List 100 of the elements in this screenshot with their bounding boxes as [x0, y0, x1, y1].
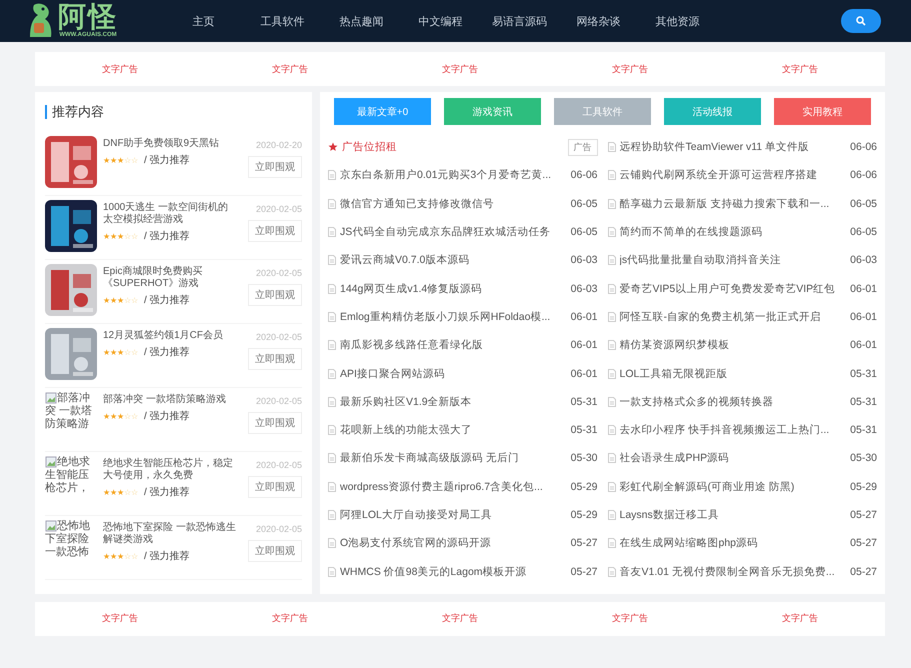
article-link[interactable]: 京东白条新用户0.01元购买3个月爱奇艺黄... — [340, 168, 567, 182]
recommend-tag: / 强力推荐 — [144, 153, 190, 167]
document-icon — [608, 227, 616, 238]
nav-link[interactable]: 主页 — [164, 14, 243, 28]
article-link[interactable]: 花呗新上线的功能太强大了 — [340, 423, 567, 438]
recommend-tag: / 强力推荐 — [144, 229, 190, 243]
article-link[interactable]: 最新伯乐发卡商城高级版源码 无后门 — [340, 451, 567, 466]
item-title[interactable]: DNF助手免费领取9天黑钻 — [103, 138, 238, 150]
article-date: 06-01 — [850, 339, 877, 352]
article-link[interactable]: O泡易支付系统官网的源码开源 — [340, 536, 567, 550]
article-link[interactable]: 酷享磁力云最新版 支持磁力搜索下载和一... — [620, 196, 846, 211]
nav-link[interactable]: 其他资源 — [638, 14, 717, 28]
recommend-tag: / 强力推荐 — [144, 549, 190, 563]
article-link[interactable]: 精仿某资源网织梦模板 — [620, 338, 846, 352]
article-date: 05-31 — [570, 396, 598, 408]
document-icon — [608, 425, 616, 436]
ad-badge: 广告 — [568, 138, 598, 156]
article-date: 05-30 — [850, 452, 877, 464]
text-ad-link[interactable]: 文字广告 — [612, 62, 648, 76]
document-icon — [608, 255, 616, 266]
view-button[interactable]: 立即围观 — [248, 348, 302, 370]
item-title[interactable]: 绝地求生智能压枪芯片，稳定大号使用，永久免费 — [103, 458, 238, 482]
article-link[interactable]: 社会语录生成PHP源码 — [620, 451, 846, 466]
text-ad-link[interactable]: 文字广告 — [442, 612, 478, 626]
item-title[interactable]: 恐怖地下室探险 一款恐怖逃生解谜类游戏 — [103, 522, 238, 546]
document-icon — [608, 368, 616, 379]
article-link[interactable]: WHMCS 价值98美元的Lagom模板开源 — [340, 564, 567, 579]
star-rating: ★★★☆☆ — [103, 296, 138, 304]
article-link[interactable]: 彩虹代刷全解源码(可商业用途 防黑) — [620, 480, 846, 494]
document-icon — [608, 453, 616, 464]
item-date: 2020-02-05 — [256, 332, 302, 342]
item-title[interactable]: 部落冲突 一款塔防策略游戏 — [103, 394, 238, 406]
view-button[interactable]: 立即围观 — [248, 476, 302, 498]
article-date: 06-05 — [850, 198, 877, 210]
document-icon — [328, 284, 336, 294]
document-icon — [608, 566, 616, 577]
article-link[interactable]: 简约而不简单的在线搜题源码 — [620, 225, 846, 240]
article-link[interactable]: 一款支持格式众多的视频转换器 — [620, 394, 846, 409]
text-ad-link[interactable]: 文字广告 — [102, 612, 138, 626]
view-button[interactable]: 立即围观 — [248, 540, 302, 562]
article-link[interactable]: 音友V1.01 无视付费限制全网音乐无损免费... — [620, 564, 846, 579]
text-ad-link[interactable]: 文字广告 — [782, 612, 818, 626]
text-ad-link[interactable]: 文字广告 — [272, 612, 308, 626]
text-ad-link[interactable]: 文字广告 — [272, 62, 308, 76]
view-button[interactable]: 立即围观 — [248, 220, 302, 242]
article-link[interactable]: 南瓜影视多线路任意看绿化版 — [340, 338, 567, 352]
article-link[interactable]: 云铺购代刷网系统全开源可运营程序搭建 — [620, 168, 846, 182]
text-ad-link[interactable]: 文字广告 — [782, 62, 818, 76]
article-link[interactable]: 阿怪互联-自家的免费主机第一批正式开启 — [620, 310, 846, 324]
article-link[interactable]: 远程协助软件TeamViewer v11 单文件版 — [620, 140, 846, 154]
document-icon — [608, 142, 616, 152]
article-date: 06-05 — [570, 198, 598, 210]
article-link[interactable]: JS代码全自动完成京东品牌狂欢城活动任务 — [340, 225, 567, 240]
broken-image-icon — [45, 520, 57, 532]
article-link[interactable]: 微信官方通知已支持修改微信号 — [340, 196, 567, 211]
article-date: 05-29 — [850, 480, 877, 493]
article-link[interactable]: 最新乐购社区V1.9全新版本 — [340, 394, 567, 409]
text-ad-link[interactable]: 文字广告 — [442, 62, 478, 76]
view-button[interactable]: 立即围观 — [248, 156, 302, 178]
article-date: 06-06 — [850, 141, 877, 154]
item-title[interactable]: Epic商城限时免费购买《SUPERHOT》游戏 — [103, 266, 238, 290]
nav-link[interactable]: 中文编程 — [401, 14, 480, 28]
nav-link[interactable]: 易语言源码 — [480, 14, 559, 28]
text-ad-link[interactable]: 文字广告 — [102, 62, 138, 76]
article-link[interactable]: 爱讯云商城V0.7.0版本源码 — [340, 253, 567, 268]
article-link[interactable]: API接口聚合网站源码 — [340, 366, 567, 381]
search-button[interactable] — [841, 9, 881, 33]
star-rating: ★★★☆☆ — [103, 488, 138, 496]
item-title[interactable]: 12月灵狐签约领1月CF会员 — [103, 330, 238, 342]
article-link[interactable]: js代码批量批量自动取消抖音关注 — [620, 253, 846, 268]
article-date: 06-05 — [570, 226, 598, 238]
article-link[interactable]: wordpress资源付费主题ripro6.7含美化包... — [340, 480, 567, 494]
article-date: 05-27 — [850, 509, 877, 521]
article-date: 05-31 — [850, 368, 877, 380]
article-link[interactable]: Laysns数据迁移工具 — [620, 508, 846, 522]
article-link[interactable]: 爱奇艺VIP5以上用户可免费发爱奇艺VIP红包 — [620, 282, 846, 296]
document-icon — [608, 396, 616, 407]
nav-link[interactable]: 网络杂谈 — [559, 14, 638, 28]
article-date: 06-06 — [570, 169, 598, 182]
article-date: 06-05 — [850, 226, 877, 238]
item-title[interactable]: 1000天逃生 一款空间街机的太空模拟经营游戏 — [103, 202, 238, 226]
article-link[interactable]: 去水印小程序 快手抖音视频搬运工上热门... — [620, 423, 846, 438]
star-rating: ★★★☆☆ — [103, 348, 138, 356]
article-link[interactable]: 144g网页生成v1.4修复版源码 — [340, 282, 567, 296]
item-date: 2020-02-05 — [256, 524, 302, 534]
article-link[interactable]: 阿狸LOL大厅自动接受对局工具 — [340, 508, 567, 522]
document-icon — [328, 453, 336, 464]
article-link[interactable]: 在线生成网站缩略图php源码 — [620, 536, 846, 550]
article-date: 05-27 — [850, 566, 877, 578]
article-date: 06-06 — [850, 169, 877, 182]
article-link[interactable]: Emlog重构精仿老版小刀娱乐网HFoldao模... — [340, 310, 567, 324]
nav-link[interactable]: 工具软件 — [243, 14, 322, 28]
article-link[interactable]: LOL工具箱无限视距版 — [620, 366, 846, 381]
view-button[interactable]: 立即围观 — [248, 284, 302, 306]
text-ad-link[interactable]: 文字广告 — [612, 612, 648, 626]
view-button[interactable]: 立即围观 — [248, 412, 302, 434]
star-rating: ★★★☆☆ — [103, 552, 138, 560]
article-date: 05-29 — [570, 509, 598, 521]
nav-link[interactable]: 热点趣闻 — [322, 14, 401, 28]
item-date: 2020-02-05 — [256, 396, 302, 406]
